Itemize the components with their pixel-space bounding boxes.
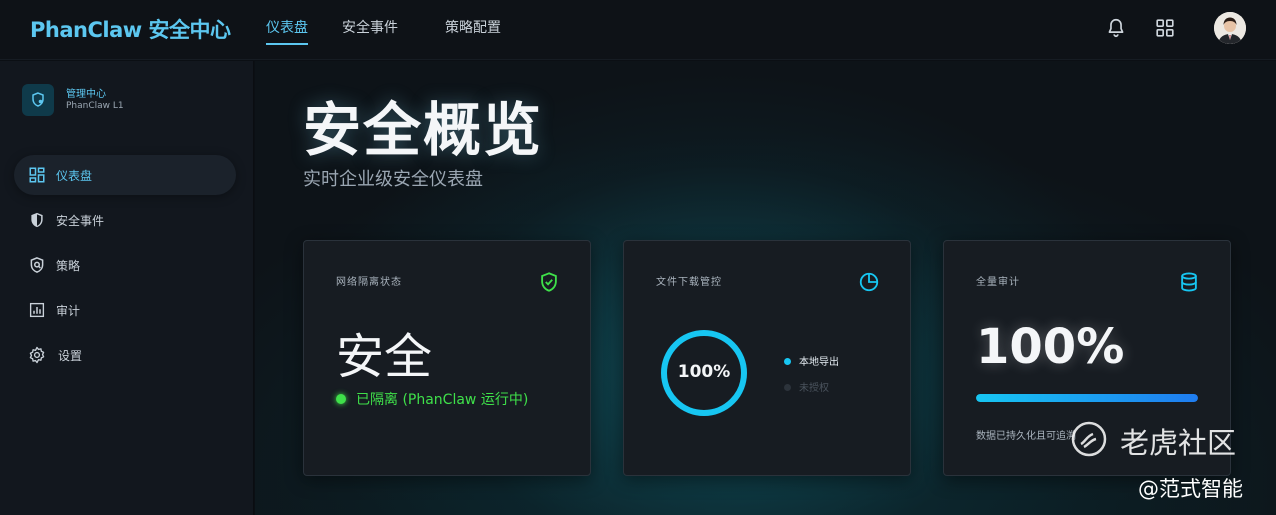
top-bar: PhanClaw 安全中心 仪表盘 安全事件 策略配置 xyxy=(0,0,1276,60)
isolation-value: 安全 xyxy=(336,329,433,385)
sidebar-item-settings[interactable]: 设置 xyxy=(14,335,236,375)
audit-value: 100% xyxy=(976,319,1125,375)
legend-dot xyxy=(784,358,791,365)
ring-value: 100% xyxy=(677,362,731,382)
tab-security-events[interactable]: 安全事件 xyxy=(342,17,398,37)
isolation-status-card[interactable]: 网络隔离状态 安全 已隔离 (PhanClaw 运行中) xyxy=(303,240,591,476)
org-name: 管理中心 xyxy=(66,89,106,100)
status-text: 已隔离 (PhanClaw 运行中) xyxy=(356,392,529,408)
legend-dot xyxy=(784,384,791,391)
dashboard-icon xyxy=(29,167,45,183)
sidebar-item-label: 安全事件 xyxy=(56,214,105,228)
audit-icon xyxy=(29,302,45,318)
shield-icon xyxy=(31,212,43,228)
status-dot xyxy=(336,394,346,404)
sidebar-item-label: 策略 xyxy=(56,259,81,273)
card-label: 文件下载管控 xyxy=(656,277,722,288)
sidebar-item-label: 设置 xyxy=(58,349,83,363)
card-label: 网络隔离状态 xyxy=(336,277,402,288)
legend-item-local-export: 本地导出 xyxy=(784,353,839,368)
shield-logo-icon xyxy=(32,92,44,107)
audit-progress-fill xyxy=(976,394,1198,402)
policy-icon xyxy=(30,257,44,273)
tab-policy-config[interactable]: 策略配置 xyxy=(445,17,501,37)
gear-icon xyxy=(29,346,45,364)
sidebar-item-label: 仪表盘 xyxy=(56,169,93,183)
isolation-status: 已隔离 (PhanClaw 运行中) xyxy=(336,389,528,409)
card-label: 全量审计 xyxy=(976,277,1020,288)
audit-progress-bar xyxy=(976,394,1198,402)
watermark-site: 老虎社区 xyxy=(1120,426,1237,460)
shield-check-icon xyxy=(541,272,557,292)
sidebar-item-dashboard[interactable]: 仪表盘 xyxy=(14,155,236,195)
page-subtitle: 实时企业级安全仪表盘 xyxy=(303,169,483,190)
tab-dashboard[interactable]: 仪表盘 xyxy=(266,17,308,45)
audit-note: 数据已持久化且可追溯 xyxy=(976,431,1076,442)
brand-title[interactable]: PhanClaw 安全中心 xyxy=(30,14,231,44)
bell-icon[interactable] xyxy=(1105,17,1127,39)
org-subtitle: PhanClaw L1 xyxy=(66,101,124,111)
legend-item-unauthorized: 未授权 xyxy=(784,379,829,394)
legend-label: 本地导出 xyxy=(799,357,839,368)
sidebar-item-policy[interactable]: 策略 xyxy=(14,245,236,285)
sidebar: 管理中心 PhanClaw L1 仪表盘 安全事件 策略 审计 设置 xyxy=(0,61,254,515)
database-icon xyxy=(1181,272,1197,292)
legend-label: 未授权 xyxy=(799,383,829,394)
sidebar-item-audit[interactable]: 审计 xyxy=(14,290,236,330)
grid-icon[interactable] xyxy=(1154,17,1176,39)
pie-chart-icon xyxy=(859,272,879,292)
watermark-author: @范式智能 xyxy=(1138,477,1243,501)
org-logo xyxy=(22,84,54,116)
avatar[interactable] xyxy=(1214,12,1246,44)
page-title: 安全概览 xyxy=(303,96,544,164)
tiger-community-logo-icon xyxy=(1071,421,1107,457)
sidebar-item-security-events[interactable]: 安全事件 xyxy=(14,200,236,240)
download-control-card[interactable]: 文件下载管控 100% 本地导出 未授权 xyxy=(623,240,911,476)
sidebar-item-label: 审计 xyxy=(56,304,81,318)
